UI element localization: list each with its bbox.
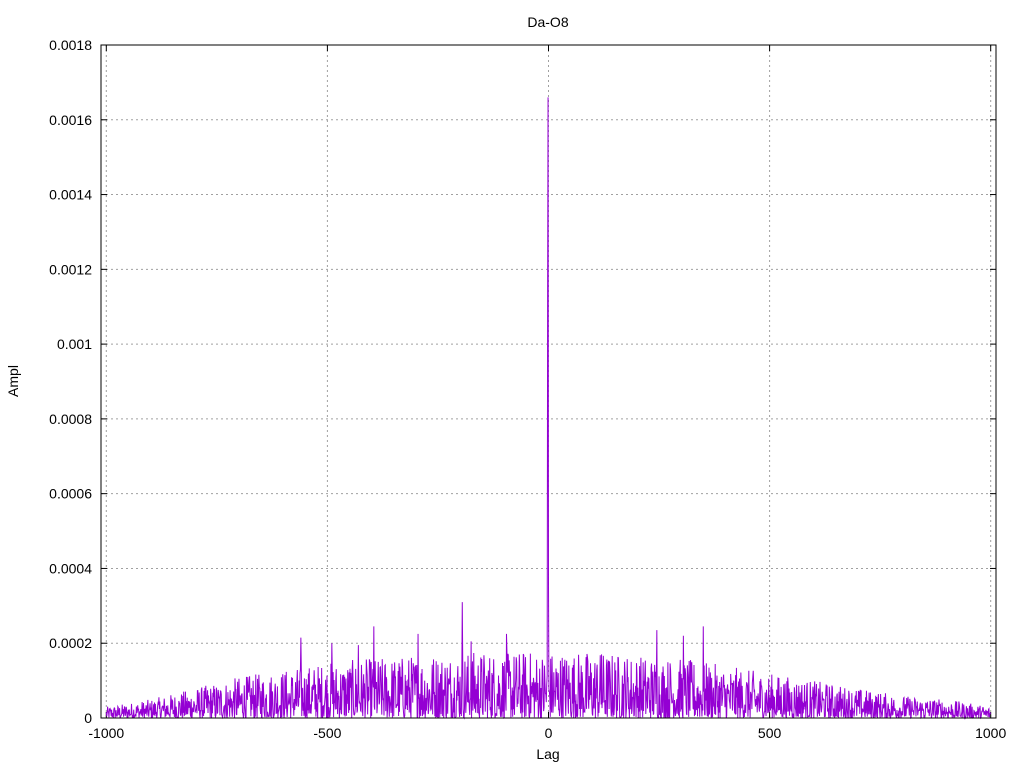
y-tick-label: 0.0012 [49, 261, 92, 277]
y-tick-label: 0.0006 [49, 486, 92, 502]
y-tick-label: 0.001 [57, 336, 92, 352]
plot-series [105, 97, 992, 720]
y-tick-label: 0.0014 [49, 187, 92, 203]
x-tick-label: 1000 [975, 725, 1006, 741]
y-tick-label: 0 [84, 710, 92, 726]
x-axis-label: Lag [536, 746, 559, 762]
chart-svg: Da-O8 Ampl Lag -1000 -500 0 500 1000 0 0.0002 0… [5, 14, 1006, 762]
y-tick-label: 0.0016 [49, 112, 92, 128]
y-tick-label: 0.0002 [49, 635, 92, 651]
y-tick-label: 0.0008 [49, 411, 92, 427]
series-line [105, 97, 992, 720]
y-tick-label: 0.0004 [49, 560, 92, 576]
y-tick-label: 0.0018 [49, 37, 92, 53]
chart-title: Da-O8 [527, 14, 568, 30]
axis-ticks: -1000 -500 0 500 1000 0 0.0002 0.0004 0.0006 0.00… [49, 37, 1006, 741]
x-tick-label: -500 [313, 725, 341, 741]
x-tick-label: -1000 [88, 725, 124, 741]
x-tick-label: 0 [545, 725, 553, 741]
y-axis-label: Ampl [5, 365, 21, 397]
x-tick-label: 500 [758, 725, 782, 741]
